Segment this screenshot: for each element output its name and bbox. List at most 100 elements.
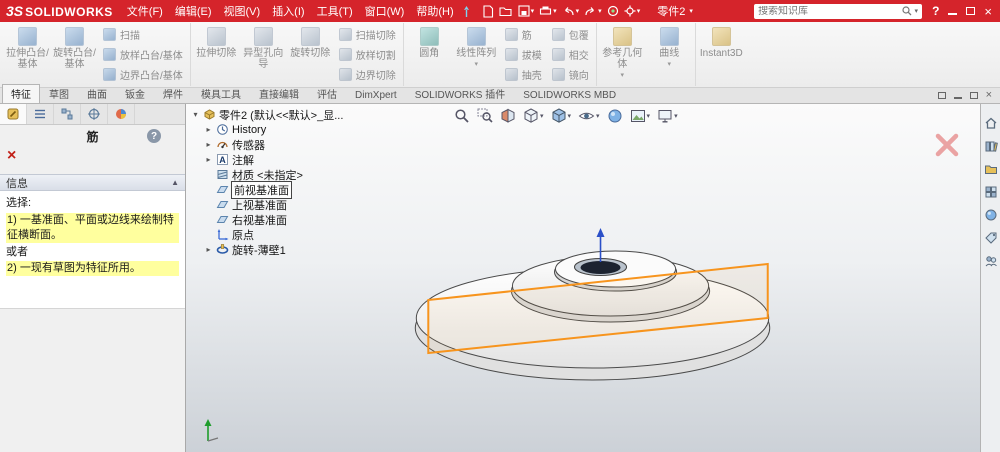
revolved-cut-button[interactable]: 旋转切除 <box>287 23 334 86</box>
forum-icon[interactable] <box>984 254 998 268</box>
tree-item-origin[interactable]: 原点 <box>191 227 343 242</box>
tab-features[interactable]: 特征 <box>2 84 40 103</box>
appearances-icon[interactable] <box>984 208 998 222</box>
menu-view[interactable]: 视图(V) <box>218 0 267 22</box>
reference-geometry-button[interactable]: 参考几何体 ▾ <box>599 23 646 86</box>
close-icon[interactable]: × <box>984 5 992 18</box>
caret-expanded-icon[interactable]: ▾ <box>191 110 200 119</box>
mirror-button[interactable]: 镜向 <box>547 65 594 85</box>
linear-pattern-button[interactable]: 线性阵列 ▾ <box>453 23 500 86</box>
document-switcher[interactable]: 零件2 ▾ <box>657 3 693 19</box>
search-input[interactable] <box>758 6 898 17</box>
tree-item-revolve-thin[interactable]: ▸ 旋转-薄壁1 <box>191 242 343 257</box>
maximize-icon[interactable] <box>966 7 975 15</box>
tab-evaluate[interactable]: 评估 <box>308 84 346 103</box>
tab-dimxpert[interactable]: DimXpert <box>346 88 406 103</box>
caret-collapsed-icon[interactable]: ▸ <box>204 155 213 164</box>
lofted-cut-button[interactable]: 放样切割 <box>334 45 401 65</box>
edit-appearance-icon[interactable] <box>607 108 623 124</box>
print-icon[interactable]: ▾ <box>538 5 558 17</box>
pin-icon[interactable] <box>460 5 473 18</box>
tab-surfaces[interactable]: 曲面 <box>78 84 116 103</box>
swept-cut-button[interactable]: 扫描切除 <box>334 25 401 45</box>
display-style-icon[interactable]: ▾ <box>551 108 572 124</box>
tab-direct-editing[interactable]: 直接编辑 <box>250 84 308 103</box>
property-manager-tab[interactable] <box>0 104 27 124</box>
tab-weldments[interactable]: 焊件 <box>154 84 192 103</box>
swept-boss-button[interactable]: 扫描 <box>98 25 188 45</box>
home-icon[interactable] <box>984 116 998 130</box>
lofted-boss-button[interactable]: 放样凸台/基体 <box>98 45 188 65</box>
doc-maximize-icon[interactable] <box>970 92 978 99</box>
tree-item-material[interactable]: 材质 <未指定> <box>191 167 343 182</box>
menu-edit[interactable]: 编辑(E) <box>169 0 218 22</box>
menu-window[interactable]: 窗口(W) <box>359 0 411 22</box>
display-manager-tab[interactable] <box>108 104 135 124</box>
configuration-manager-tab[interactable] <box>54 104 81 124</box>
rib-button[interactable]: 筋 <box>500 25 547 45</box>
info-group-header[interactable]: 信息 ▲ <box>0 174 185 191</box>
tab-sketch[interactable]: 草图 <box>40 84 78 103</box>
tab-mold-tools[interactable]: 模具工具 <box>192 84 250 103</box>
tree-item-history[interactable]: ▸ History <box>191 122 343 137</box>
doc-minimize-icon[interactable] <box>954 93 962 99</box>
options-icon[interactable]: ▾ <box>623 5 642 17</box>
tree-item-top-plane[interactable]: 上视基准面 <box>191 197 343 212</box>
wrap-button[interactable]: 包覆 <box>547 25 594 45</box>
tree-item-right-plane[interactable]: 右视基准面 <box>191 212 343 227</box>
search-icon[interactable] <box>902 6 912 16</box>
extruded-boss-button[interactable]: 拉伸凸台/基体 <box>4 23 51 86</box>
tree-item-sensors[interactable]: ▸ 传感器 <box>191 137 343 152</box>
caret-down-icon[interactable]: ▾ <box>915 7 919 15</box>
revolved-boss-button[interactable]: 旋转凸台/基体 <box>51 23 98 86</box>
new-document-icon[interactable] <box>481 5 495 18</box>
caret-collapsed-icon[interactable]: ▸ <box>204 140 213 149</box>
zoom-area-icon[interactable] <box>477 108 493 124</box>
menu-file[interactable]: 文件(F) <box>121 0 169 22</box>
open-icon[interactable] <box>498 5 514 17</box>
apply-scene-icon[interactable]: ▾ <box>630 108 651 124</box>
boundary-boss-button[interactable]: 边界凸台/基体 <box>98 65 188 85</box>
file-explorer-icon[interactable] <box>984 162 998 176</box>
tree-item-annotations[interactable]: ▸ A 注解 <box>191 152 343 167</box>
hide-show-items-icon[interactable]: ▾ <box>578 108 600 124</box>
design-library-icon[interactable] <box>984 139 998 153</box>
tab-addins[interactable]: SOLIDWORKS 插件 <box>406 84 515 103</box>
save-icon[interactable]: ▾ <box>517 5 536 17</box>
section-view-icon[interactable] <box>500 108 516 124</box>
fillet-button[interactable]: 圆角 <box>406 23 453 86</box>
undo-icon[interactable]: ▾ <box>561 6 581 17</box>
tab-sheet-metal[interactable]: 钣金 <box>116 84 154 103</box>
extruded-cut-button[interactable]: 拉伸切除 <box>193 23 240 86</box>
zoom-fit-icon[interactable] <box>454 108 470 124</box>
view-settings-icon[interactable]: ▾ <box>657 108 678 124</box>
boundary-cut-button[interactable]: 边界切除 <box>334 65 401 85</box>
tab-mbd[interactable]: SOLIDWORKS MBD <box>514 88 625 103</box>
curves-button[interactable]: 曲线 ▾ <box>646 23 693 86</box>
tree-item-front-plane[interactable]: 前视基准面 <box>191 182 343 197</box>
feature-manager-tab[interactable] <box>27 104 54 124</box>
hole-wizard-button[interactable]: 异型孔向导 <box>240 23 287 86</box>
redo-icon[interactable]: ▾ <box>583 6 603 17</box>
help-button[interactable]: ? <box>932 4 939 18</box>
caret-collapsed-icon[interactable]: ▸ <box>204 245 213 254</box>
caret-collapsed-icon[interactable]: ▸ <box>204 125 213 134</box>
cancel-selection-icon[interactable] <box>934 132 960 163</box>
custom-properties-icon[interactable] <box>984 231 998 245</box>
menu-help[interactable]: 帮助(H) <box>410 0 459 22</box>
draft-button[interactable]: 拔模 <box>500 45 547 65</box>
view-orientation-icon[interactable]: ▾ <box>523 108 544 124</box>
dimxpert-manager-tab[interactable] <box>81 104 108 124</box>
doc-close-icon[interactable]: × <box>986 90 992 101</box>
doc-restore-icon[interactable] <box>938 92 946 99</box>
shell-button[interactable]: 抽壳 <box>500 65 547 85</box>
help-badge-icon[interactable]: ? <box>147 129 161 143</box>
cancel-command-button[interactable]: × <box>7 148 16 164</box>
menu-tools[interactable]: 工具(T) <box>311 0 359 22</box>
intersect-button[interactable]: 相交 <box>547 45 594 65</box>
menu-insert[interactable]: 插入(I) <box>266 0 310 22</box>
graphics-viewport[interactable]: ▾ 零件2 (默认<<默认>_显... ▸ History ▸ 传感器 ▸ A <box>186 104 980 452</box>
minimize-icon[interactable] <box>948 8 957 15</box>
tree-item-part[interactable]: ▾ 零件2 (默认<<默认>_显... <box>191 107 343 122</box>
instant3d-button[interactable]: Instant3D <box>698 23 745 86</box>
